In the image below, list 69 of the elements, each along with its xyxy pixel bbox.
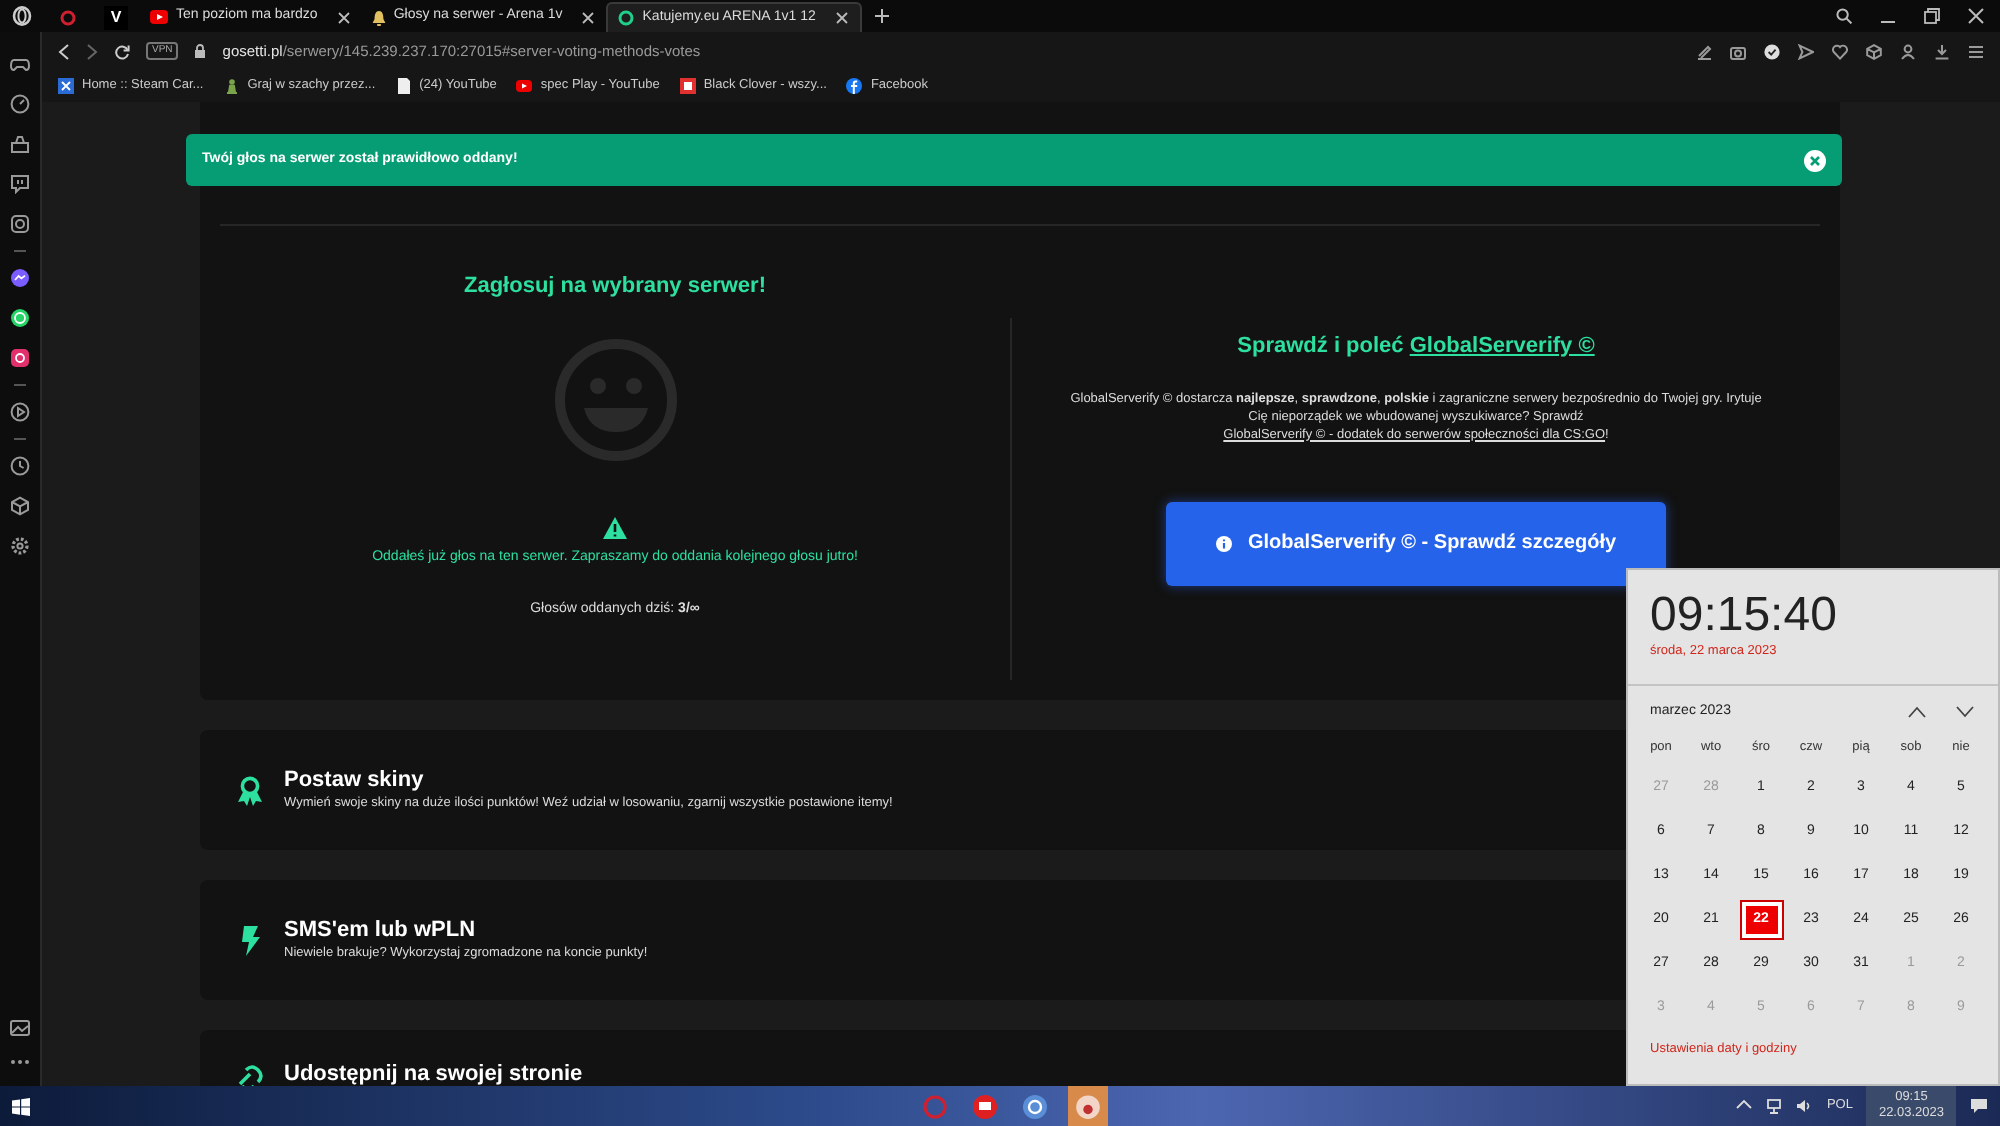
chat-icon[interactable] — [10, 174, 30, 194]
clock-time: 09:15:40 — [1648, 586, 1839, 642]
heart-icon[interactable] — [1832, 43, 1848, 59]
menu-icon[interactable] — [1968, 43, 1984, 59]
clock-icon[interactable] — [10, 456, 30, 476]
warning-icon — [602, 515, 628, 539]
camera-icon[interactable] — [10, 348, 30, 368]
back-icon[interactable] — [58, 43, 70, 59]
more-icon[interactable] — [10, 1058, 30, 1066]
browser-logo-icon[interactable] — [12, 6, 32, 26]
promo-link[interactable]: GlobalServerify © — [1409, 334, 1595, 358]
volume-icon[interactable] — [1796, 1098, 1813, 1114]
feature-title: Udostępnij na swojej stronie — [284, 1062, 583, 1086]
info-icon — [1215, 535, 1232, 551]
download-icon[interactable] — [1934, 43, 1950, 59]
app-icon[interactable] — [1068, 1086, 1108, 1126]
video-icon — [516, 78, 533, 94]
forward-icon[interactable] — [86, 43, 98, 59]
new-tab-icon[interactable] — [873, 8, 890, 24]
messenger-icon[interactable] — [10, 268, 30, 288]
play-icon[interactable] — [10, 402, 30, 422]
chevron-down-icon[interactable] — [1956, 706, 1974, 718]
network-icon[interactable] — [1766, 1098, 1783, 1114]
restore-icon[interactable] — [1924, 8, 1940, 24]
browser-tab[interactable]: V — [92, 2, 140, 32]
link-icon — [236, 1062, 264, 1086]
smiley-icon — [553, 337, 677, 461]
feature-title: SMS'em lub wPLN — [284, 917, 478, 944]
cube-icon[interactable] — [1866, 43, 1882, 59]
circle-icon[interactable] — [1018, 1089, 1052, 1123]
chevron-up-icon[interactable] — [1908, 706, 1926, 718]
close-icon[interactable] — [337, 11, 350, 23]
close-icon[interactable] — [835, 12, 848, 24]
vote-title: Zagłosuj na wybrany serwer! — [464, 272, 766, 302]
camera-icon[interactable] — [1730, 43, 1746, 59]
search-icon[interactable] — [1836, 8, 1852, 24]
lightning-icon — [236, 925, 264, 955]
page-icon — [395, 78, 412, 94]
ring-icon — [618, 10, 635, 26]
video-icon — [150, 10, 168, 24]
whatsapp-icon[interactable] — [10, 308, 30, 328]
bell-icon — [371, 9, 386, 25]
basket-icon[interactable] — [10, 134, 30, 154]
close-icon[interactable] — [1968, 8, 1984, 24]
chevron-up-icon[interactable] — [1736, 1098, 1753, 1114]
close-icon[interactable] — [582, 11, 595, 23]
send-icon[interactable] — [1798, 43, 1814, 59]
cube-icon[interactable] — [10, 496, 30, 516]
shield-icon[interactable] — [1764, 43, 1780, 59]
feature-title: Postaw skiny — [284, 767, 426, 794]
ring-icon — [60, 9, 76, 25]
chess-pawn-icon — [223, 78, 240, 94]
details-button[interactable]: GlobalServerify © - Sprawdź szczegóły — [1166, 501, 1666, 585]
notification-icon[interactable] — [1970, 1098, 1988, 1114]
speedometer-icon[interactable] — [10, 94, 30, 114]
chat-bubble-icon[interactable] — [968, 1089, 1002, 1123]
gamepad-icon[interactable] — [10, 54, 30, 74]
user-icon[interactable] — [1900, 43, 1916, 59]
gallery-icon[interactable] — [10, 1018, 30, 1038]
f-logo-icon — [846, 78, 863, 94]
reload-icon[interactable] — [114, 43, 130, 59]
windows-logo-icon[interactable] — [12, 1097, 30, 1115]
edit-icon[interactable] — [1696, 43, 1712, 59]
square-icon — [679, 78, 696, 94]
promo-title: Sprawdź i poleć GlobalServerify © — [1237, 332, 1595, 362]
x-mark-icon — [58, 78, 74, 94]
settings-icon[interactable] — [10, 536, 30, 556]
award-icon — [236, 775, 264, 805]
lock-icon — [194, 44, 207, 58]
